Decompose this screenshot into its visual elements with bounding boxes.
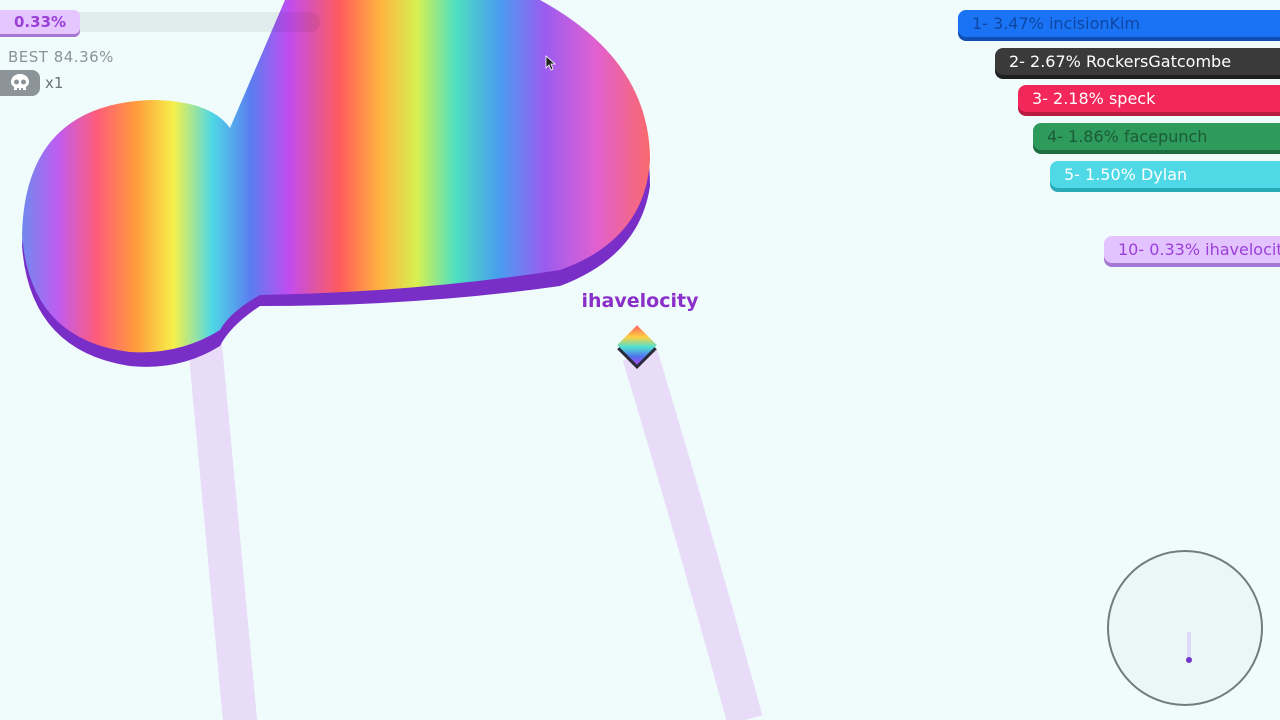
kill-count: x1	[45, 74, 64, 92]
skull-badge	[0, 70, 40, 96]
territory-percent-bar: 0.33%	[0, 10, 320, 34]
minimap-icon	[1107, 550, 1263, 706]
kill-counter: x1	[0, 70, 63, 96]
leaderboard-row-2: 2- 2.67% RockersGatcombe	[995, 48, 1280, 75]
player-trail	[622, 349, 763, 720]
percent-text: 0.33%	[14, 13, 67, 31]
best-score: BEST 84.36%	[8, 48, 114, 66]
leaderboard-row-5: 5- 1.50% Dylan	[1050, 161, 1280, 188]
minimap-trail	[1187, 632, 1191, 660]
enemy-trail	[188, 328, 257, 720]
leaderboard-row-1: 1- 3.47% incisionKim	[958, 10, 1280, 37]
minimap-player-dot	[1186, 657, 1192, 663]
leaderboard-row-4: 4- 1.86% facepunch	[1033, 123, 1280, 150]
leaderboard-self-row: 10- 0.33% ihavelocity	[1104, 236, 1280, 263]
player-name-label: ihavelocity	[581, 290, 699, 312]
leaderboard-row-3: 3- 2.18% speck	[1018, 85, 1280, 112]
skull-icon	[11, 74, 29, 90]
